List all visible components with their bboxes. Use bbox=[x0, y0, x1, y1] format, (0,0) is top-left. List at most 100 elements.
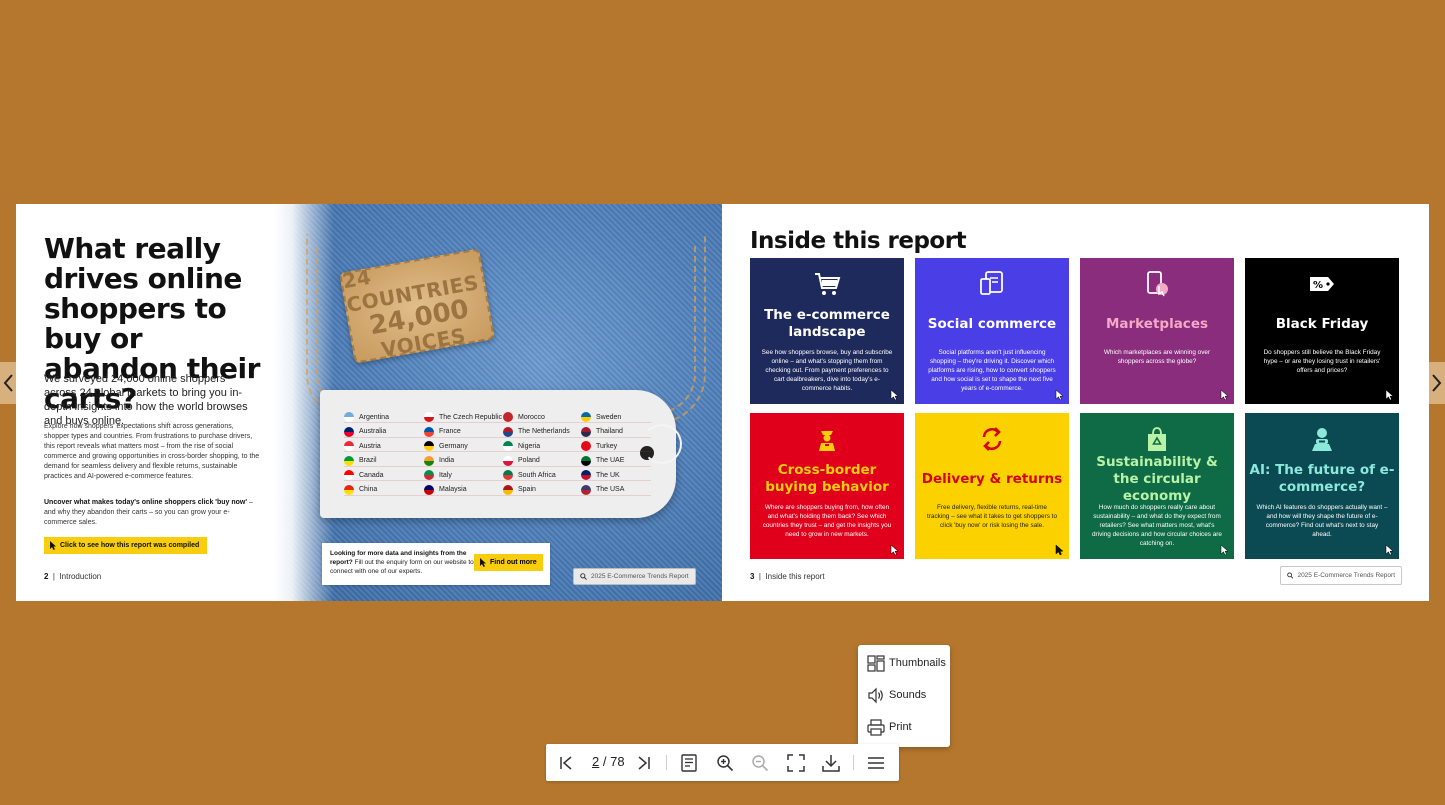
right-page: Inside this report The e-commerce landsc… bbox=[722, 204, 1429, 601]
tile-description: Free delivery, flexible returns, real-ti… bbox=[926, 504, 1058, 529]
menu-item-thumbnails[interactable]: Thumbnails bbox=[867, 652, 946, 674]
body-paragraph-2: Uncover what makes today's online shoppe… bbox=[44, 499, 253, 526]
country-label: South Africa bbox=[518, 471, 556, 479]
section-tile[interactable]: Delivery & returns Free delivery, flexibl… bbox=[915, 413, 1069, 559]
country-label: The Netherlands bbox=[518, 428, 570, 435]
next-page-button[interactable] bbox=[1427, 362, 1445, 404]
country-label: Spain bbox=[518, 486, 536, 493]
report-search-chip[interactable]: 2025 E-Commerce Trends Report bbox=[1280, 566, 1402, 585]
cursor-icon bbox=[1385, 543, 1395, 556]
flag-icon bbox=[424, 470, 434, 480]
cursor-icon bbox=[1385, 388, 1395, 401]
phone-tap-icon bbox=[1143, 270, 1171, 298]
country-label: Nigeria bbox=[518, 442, 541, 450]
left-page: 24 COUNTRIES 24,000 VOICES What really d… bbox=[16, 204, 722, 601]
cursor-icon bbox=[1055, 543, 1065, 556]
section-tile[interactable]: Cross-border buying behavior Where are sh… bbox=[750, 413, 904, 559]
country-label: Canada bbox=[359, 471, 384, 479]
country-item: Italy bbox=[424, 470, 503, 481]
country-item: Germany bbox=[424, 441, 503, 452]
report-search-chip[interactable]: 2025 E-Commerce Trends Report bbox=[573, 568, 696, 585]
zoom-out-button[interactable] bbox=[749, 752, 771, 774]
tile-title: AI: The future of e-commerce? bbox=[1249, 462, 1395, 495]
first-page-icon bbox=[560, 756, 572, 770]
menu-item-print[interactable]: Print bbox=[867, 716, 912, 738]
country-label: Germany bbox=[439, 442, 468, 450]
country-label: Turkey bbox=[596, 442, 618, 450]
search-icon bbox=[580, 573, 587, 580]
flag-icon bbox=[344, 455, 354, 466]
more-menu: Thumbnails Sounds Print bbox=[858, 645, 950, 747]
page-indicator[interactable]: 2 / 78 bbox=[592, 754, 625, 769]
flag-icon bbox=[581, 484, 591, 495]
find-out-more-button[interactable]: Find out more bbox=[474, 554, 543, 571]
flag-icon bbox=[503, 484, 513, 495]
text-view-button[interactable] bbox=[678, 752, 700, 774]
cursor-icon bbox=[1055, 388, 1065, 401]
search-icon bbox=[1287, 572, 1294, 579]
section-tile[interactable]: AI: The future of e-commerce? Which AI fe… bbox=[1245, 413, 1399, 559]
hamburger-icon bbox=[868, 757, 884, 769]
country-label: Poland bbox=[518, 457, 540, 464]
country-label: Australia bbox=[359, 428, 387, 435]
robot-icon bbox=[1308, 425, 1336, 453]
menu-button[interactable] bbox=[865, 752, 887, 774]
country-item: Malaysia bbox=[424, 484, 503, 496]
country-label: Sweden bbox=[596, 413, 622, 421]
zoom-in-icon bbox=[717, 755, 734, 772]
flag-icon bbox=[344, 426, 354, 437]
flag-icon bbox=[581, 441, 591, 451]
return-arrows-icon bbox=[978, 425, 1006, 453]
country-label: Argentina bbox=[359, 413, 389, 421]
tile-title: Black Friday bbox=[1275, 315, 1369, 332]
tile-title: Sustainability & the circular economy bbox=[1096, 453, 1218, 504]
tile-description: See how shoppers browse, buy and subscri… bbox=[761, 349, 893, 392]
tile-title: Delivery & returns bbox=[921, 470, 1063, 487]
section-tile[interactable]: The e-commerce landscape See how shoppers… bbox=[750, 258, 904, 404]
download-button[interactable] bbox=[820, 752, 842, 774]
tile-description: Social platforms aren't just influencing… bbox=[928, 349, 1056, 392]
tile-description: Do shoppers still believe the Black Frid… bbox=[1263, 349, 1381, 374]
country-label: Malaysia bbox=[439, 486, 467, 493]
zoom-in-button[interactable] bbox=[714, 752, 736, 774]
country-label: Italy bbox=[439, 471, 452, 479]
country-list: Argentina The Czech Republic Morocco Sweden… bbox=[344, 412, 651, 496]
flag-icon bbox=[344, 470, 354, 480]
last-page-button[interactable] bbox=[633, 752, 655, 774]
how-compiled-button[interactable]: Click to see how this report was compile… bbox=[44, 537, 208, 554]
section-tile[interactable]: Sustainability & the circular economy How… bbox=[1080, 413, 1234, 559]
flag-icon bbox=[503, 470, 513, 480]
country-item: The UK bbox=[581, 470, 651, 481]
country-label: India bbox=[439, 457, 455, 464]
fullscreen-button[interactable] bbox=[785, 752, 807, 774]
flag-icon bbox=[344, 412, 354, 422]
country-label: Brazil bbox=[359, 457, 377, 464]
flag-icon bbox=[424, 426, 434, 437]
country-item: Canada bbox=[344, 470, 424, 481]
country-item: The USA bbox=[581, 484, 651, 496]
country-item: Austria bbox=[344, 441, 424, 452]
lead-paragraph: We surveyed 24,000 online shoppers acros… bbox=[44, 373, 248, 427]
country-item: Thailand bbox=[581, 426, 651, 438]
customs-officer-icon bbox=[813, 425, 841, 453]
document-icon bbox=[681, 754, 697, 772]
section-tile[interactable]: Social commerce Social platforms aren't j… bbox=[915, 258, 1069, 404]
menu-item-sounds[interactable]: Sounds bbox=[867, 684, 926, 706]
country-item: Poland bbox=[503, 455, 581, 467]
percent-tag-icon: % bbox=[1308, 270, 1336, 298]
cart-icon bbox=[813, 270, 841, 298]
contents-tiles: The e-commerce landscape See how shoppers… bbox=[750, 258, 1399, 559]
first-page-button[interactable] bbox=[555, 752, 577, 774]
flag-icon bbox=[503, 426, 513, 437]
chevron-right-icon bbox=[1432, 374, 1442, 392]
country-item: The UAE bbox=[581, 455, 651, 467]
section-tile[interactable]: % Black Friday Do shoppers still believe t… bbox=[1245, 258, 1399, 404]
country-item: India bbox=[424, 455, 503, 467]
section-tile[interactable]: Marketplaces Which marketplaces are winni… bbox=[1080, 258, 1234, 404]
tile-description: Where are shoppers buying from, how ofte… bbox=[762, 504, 892, 538]
cursor-icon bbox=[1220, 543, 1230, 556]
flag-icon bbox=[581, 470, 591, 480]
last-page-icon bbox=[638, 756, 650, 770]
flag-icon bbox=[424, 412, 434, 422]
flag-icon bbox=[581, 455, 591, 466]
